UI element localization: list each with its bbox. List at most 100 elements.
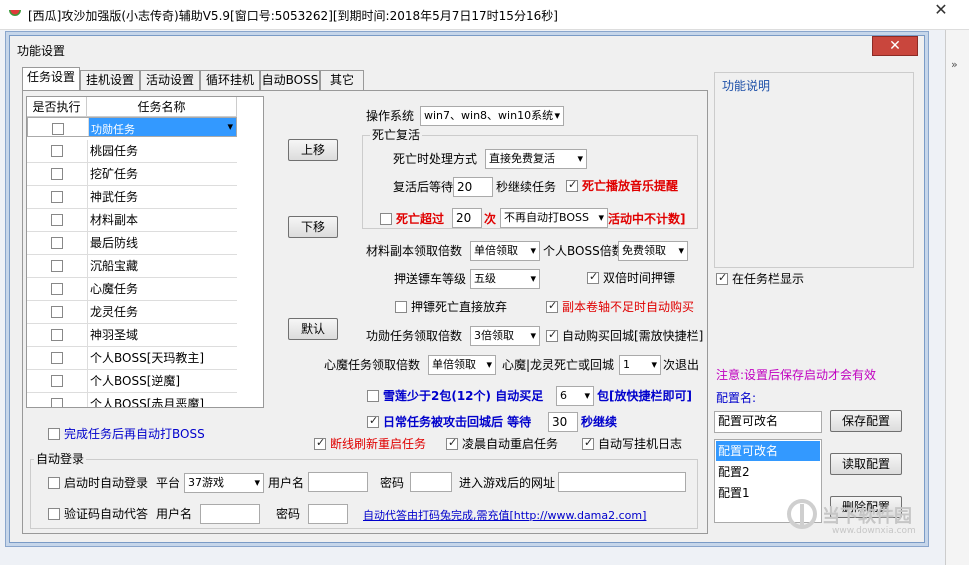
death-mode-select[interactable]: 直接免费复活	[485, 149, 587, 169]
auto-log-checkbox[interactable]	[582, 436, 594, 450]
tab-loop-idle[interactable]: 循环挂机	[200, 70, 260, 90]
window-close-button[interactable]: ✕	[918, 0, 964, 22]
snow-lotus-checkbox[interactable]	[367, 390, 379, 402]
row-checkbox[interactable]	[51, 237, 63, 249]
username-input[interactable]	[308, 472, 368, 492]
auto-boss-after-checkbox[interactable]	[48, 428, 60, 440]
death-exceed-input[interactable]: 20	[452, 208, 482, 228]
death-exceed-select[interactable]: 不再自动打BOSS	[500, 208, 608, 228]
tab-idle-settings[interactable]: 挂机设置	[80, 70, 140, 90]
revive-wait-input[interactable]: 20	[453, 177, 493, 197]
merit-select[interactable]: 3倍领取	[470, 326, 540, 346]
task-name: 挖矿任务	[87, 163, 237, 186]
move-down-button[interactable]: 下移	[288, 216, 338, 238]
revive-wait-label: 复活后等待	[393, 180, 454, 194]
row-checkbox[interactable]	[51, 306, 63, 318]
taskbar-show-checkbox[interactable]	[716, 271, 728, 285]
row-checkbox[interactable]	[51, 329, 63, 341]
row-checkbox[interactable]	[51, 145, 63, 157]
snow-lotus-select[interactable]: 6	[556, 386, 594, 406]
dawn-restart-checkbox[interactable]	[446, 436, 458, 450]
row-checkbox[interactable]	[51, 375, 63, 387]
heart-dragon-label: 心魔|龙灵死亡或回城	[502, 358, 615, 372]
heart-demon-select[interactable]: 单倍领取	[428, 355, 496, 375]
table-row[interactable]: 个人BOSS[逆魔]	[27, 370, 237, 393]
row-checkbox[interactable]	[51, 168, 63, 180]
watermark-text: 当下软件园	[822, 506, 912, 527]
config-name-label: 配置名:	[716, 391, 757, 405]
auto-boss-after-label: 完成任务后再自动打BOSS	[64, 427, 205, 441]
daily-return-label: 日常任务被攻击回城后 等待	[383, 415, 532, 429]
table-row[interactable]: 挖矿任务	[27, 163, 237, 186]
table-row[interactable]: 龙灵任务	[27, 301, 237, 324]
heart-dragon-select[interactable]: 1	[619, 355, 661, 375]
read-config-button[interactable]: 读取配置	[830, 453, 902, 475]
captcha-service-link[interactable]: 自动代答由打码兔完成,需充值[http://www.dama2.com]	[363, 507, 646, 523]
save-config-button[interactable]: 保存配置	[830, 410, 902, 432]
column-header-task-name[interactable]: 任务名称	[87, 97, 237, 117]
death-revive-group-title: 死亡复活	[370, 127, 423, 143]
task-table[interactable]: 是否执行 任务名称 功勋任务 桃园任务 挖矿任务 神武任务 材料副本 最后防线 …	[26, 96, 264, 408]
game-url-input[interactable]	[558, 472, 686, 492]
tab-auto-boss[interactable]: 自动BOSS	[260, 70, 320, 90]
os-select[interactable]: win7、win8、win10系统	[420, 106, 564, 126]
daily-return-checkbox[interactable]	[367, 414, 379, 428]
password-input[interactable]	[410, 472, 452, 492]
dungeon-scroll-checkbox[interactable]	[546, 299, 558, 313]
row-checkbox[interactable]	[52, 123, 64, 135]
task-name: 桃园任务	[87, 140, 237, 163]
config-name-input[interactable]: 配置可改名	[714, 411, 822, 433]
auto-buy-return-checkbox[interactable]	[546, 328, 558, 342]
personal-boss-select[interactable]: 免费领取	[618, 241, 688, 261]
row-checkbox[interactable]	[51, 260, 63, 272]
row-checkbox[interactable]	[51, 191, 63, 203]
startup-login-checkbox[interactable]	[48, 477, 60, 489]
background-scrollbar[interactable]: »	[945, 30, 969, 565]
row-checkbox[interactable]	[51, 214, 63, 226]
platform-select[interactable]: 37游戏	[184, 473, 264, 493]
daily-return-suffix: 秒继续	[581, 415, 618, 429]
captcha-username-input[interactable]	[200, 504, 260, 524]
tab-task-settings[interactable]: 任务设置	[22, 67, 80, 91]
move-up-button[interactable]: 上移	[288, 139, 338, 161]
watermark-url: www.downxia.com	[832, 526, 916, 536]
captcha-password-input[interactable]	[308, 504, 348, 524]
column-header-execute[interactable]: 是否执行	[27, 97, 87, 117]
table-row[interactable]: 最后防线	[27, 232, 237, 255]
row-checkbox[interactable]	[51, 283, 63, 295]
material-select[interactable]: 单倍领取	[470, 241, 540, 261]
taskbar-show-label: 在任务栏显示	[732, 272, 805, 286]
row-checkbox[interactable]	[51, 352, 63, 364]
dawn-restart-label: 凌晨自动重启任务	[462, 437, 559, 451]
double-escort-checkbox[interactable]	[587, 270, 599, 284]
captcha-checkbox[interactable]	[48, 508, 60, 520]
personal-boss-label: 个人BOSS倍数	[543, 244, 624, 258]
death-music-checkbox[interactable]	[566, 178, 578, 192]
reconnect-label: 断线刷新重启任务	[330, 437, 427, 451]
dialog-close-button[interactable]: ✕	[872, 36, 918, 56]
list-item[interactable]: 配置2	[716, 462, 820, 482]
daily-return-input[interactable]: 30	[548, 412, 578, 432]
table-row[interactable]: 神武任务	[27, 186, 237, 209]
row-checkbox[interactable]	[51, 398, 63, 407]
table-row[interactable]: 材料副本	[27, 209, 237, 232]
table-row[interactable]: 功勋任务	[27, 117, 237, 137]
table-row[interactable]: 沉船宝藏	[27, 255, 237, 278]
escort-death-checkbox[interactable]	[395, 301, 407, 313]
table-row[interactable]: 神羽圣域	[27, 324, 237, 347]
escort-select[interactable]: 五级	[470, 269, 540, 289]
table-row[interactable]: 个人BOSS[赤月恶魔]	[27, 393, 237, 407]
task-name: 最后防线	[87, 232, 237, 255]
list-item[interactable]: 配置可改名	[716, 441, 820, 461]
table-row[interactable]: 个人BOSS[天玛教主]	[27, 347, 237, 370]
tab-other[interactable]: 其它	[320, 70, 364, 90]
reconnect-checkbox[interactable]	[314, 436, 326, 450]
table-row[interactable]: 心魔任务	[27, 278, 237, 301]
tab-event-settings[interactable]: 活动设置	[140, 70, 200, 90]
task-name: 神武任务	[87, 186, 237, 209]
default-button[interactable]: 默认	[288, 318, 338, 340]
chevron-right-icon[interactable]: »	[951, 58, 958, 71]
captcha-username-label: 用户名	[156, 507, 193, 521]
death-exceed-checkbox[interactable]	[380, 213, 392, 225]
table-row[interactable]: 桃园任务	[27, 140, 237, 163]
